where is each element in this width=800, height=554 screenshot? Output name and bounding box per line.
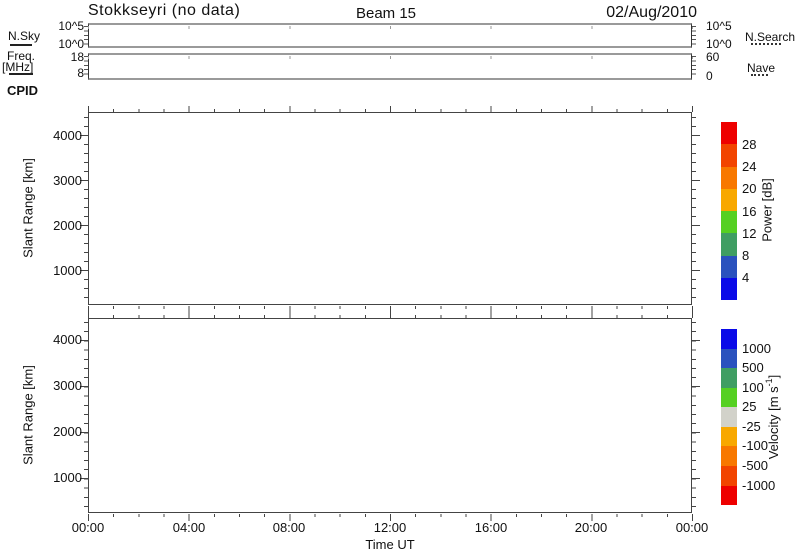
- velocity-ytick-2000: 2000: [53, 424, 82, 439]
- x-tick-2000: 20:00: [574, 520, 608, 535]
- nsearch-line-sample: [751, 43, 781, 45]
- nsky-top-ticks: [88, 26, 693, 29]
- x-tick-1200: 12:00: [373, 520, 407, 535]
- freq-right-tick-ladder: [692, 56, 696, 78]
- nave-legend: Nave: [747, 61, 776, 75]
- freq-left-tick-ladder: [84, 56, 88, 78]
- x-tick-0000a: 00:00: [71, 520, 105, 535]
- velocity-colorbar-segment: [721, 387, 737, 408]
- power-top-major-ticks: [88, 106, 693, 112]
- date-label: 02/Aug/2010: [606, 4, 697, 21]
- x-tick-1600: 16:00: [474, 520, 508, 535]
- power-ytick-4000: 4000: [53, 128, 82, 143]
- power-cbar-tick-16: 16: [742, 204, 757, 219]
- power-colorbar-segment: [721, 122, 737, 145]
- velocity-colorbar-segment: [721, 485, 737, 506]
- velocity-colorbar-segment: [721, 348, 737, 369]
- freq-right-tick-bottom: 0: [706, 69, 713, 83]
- beam-label: Beam 15: [355, 5, 417, 22]
- power-right-major-ticks: [692, 135, 700, 275]
- power-colorbar-segment: [721, 255, 737, 278]
- velocity-cbar-tick-neg25: -25: [742, 419, 761, 434]
- velocity-colorbar: [721, 329, 737, 506]
- velocity-colorbar-segment: [721, 426, 737, 447]
- power-y-axis-label: Slant Range [km]: [20, 158, 36, 258]
- velocity-left-major-ticks: [80, 340, 88, 480]
- velocity-colorbar-title: Velocity [m s-1]: [763, 375, 782, 460]
- power-cbar-tick-8: 8: [742, 248, 750, 263]
- velocity-cbar-tick-500: 500: [742, 360, 764, 375]
- power-ytick-1000: 1000: [53, 263, 82, 278]
- power-left-major-ticks: [80, 135, 88, 275]
- power-cbar-tick-24: 24: [742, 159, 757, 174]
- power-colorbar-segment: [721, 144, 737, 167]
- cpid-label: CPID: [7, 83, 39, 98]
- nsky-ytick-bottom: 10^0: [58, 37, 84, 51]
- velocity-colorbar-segment: [721, 407, 737, 427]
- nsky-line-sample: [10, 44, 32, 46]
- x-tick-0000b: 00:00: [675, 520, 709, 535]
- velocity-colorbar-segment: [721, 465, 737, 486]
- power-colorbar-segment: [721, 277, 737, 300]
- freq-line-sample: [9, 73, 33, 75]
- power-colorbar-segment: [721, 211, 737, 234]
- velocity-cbar-tick-1000: 1000: [742, 341, 771, 356]
- nave-line-sample: [751, 74, 768, 76]
- velocity-ytick-4000: 4000: [53, 332, 82, 347]
- power-cbar-tick-4: 4: [742, 270, 750, 285]
- power-panel: [88, 112, 692, 305]
- velocity-cbar-tick-100: 100: [742, 380, 764, 395]
- x-tick-0400: 04:00: [172, 520, 206, 535]
- freq-top-ticks: [88, 56, 693, 59]
- power-colorbar-segment: [721, 166, 737, 189]
- nsky-ytick-top: 10^5: [58, 19, 84, 33]
- power-colorbar-segment: [721, 233, 737, 256]
- velocity-colorbar-title-sup: -1: [763, 378, 774, 387]
- velocity-panel: [88, 318, 692, 513]
- station-title: Stokkseyri (no data): [88, 2, 241, 19]
- nsky-legend: N.Sky: [8, 29, 41, 43]
- velocity-colorbar-segment: [721, 329, 737, 349]
- power-colorbar: [721, 122, 737, 300]
- nsearch-legend: N.Search: [745, 30, 796, 44]
- radar-summary-plot: Stokkseyri (no data) Beam 15 02/Aug/2010…: [0, 0, 800, 554]
- nsky-right-tick-ladder: [692, 26, 696, 46]
- velocity-colorbar-segment: [721, 368, 737, 388]
- velocity-right-major-ticks: [692, 340, 700, 480]
- freq-right-tick-top: 60: [706, 50, 720, 64]
- nsky-left-tick-ladder: [84, 26, 88, 46]
- velocity-colorbar-segment: [721, 446, 737, 466]
- velocity-cbar-tick-25: 25: [742, 399, 757, 414]
- velocity-ytick-1000: 1000: [53, 470, 82, 485]
- velocity-cbar-tick-neg1000: -1000: [742, 478, 776, 493]
- velocity-ytick-3000: 3000: [53, 378, 82, 393]
- velocity-top-major-ticks: [88, 312, 693, 318]
- nsky-right-tick-top: 10^5: [706, 19, 732, 33]
- nsky-right-tick-bottom: 10^0: [706, 37, 732, 51]
- time-axis-label: Time UT: [365, 537, 415, 552]
- freq-ytick-top: 18: [70, 50, 84, 64]
- power-colorbar-title: Power [dB]: [759, 178, 775, 242]
- freq-ytick-bottom: 8: [77, 66, 84, 80]
- power-ytick-2000: 2000: [53, 218, 82, 233]
- velocity-colorbar-title-text: Velocity [m s: [766, 386, 782, 460]
- power-cbar-tick-28: 28: [742, 137, 757, 152]
- freq-legend-line2: [MHz]: [2, 60, 34, 74]
- x-tick-0800: 08:00: [272, 520, 306, 535]
- power-colorbar-segment: [721, 188, 737, 211]
- velocity-y-axis-label: Slant Range [km]: [20, 365, 36, 465]
- power-cbar-tick-20: 20: [742, 181, 757, 196]
- power-cbar-tick-12: 12: [742, 226, 757, 241]
- velocity-cbar-tick-neg500: -500: [742, 458, 769, 473]
- power-ytick-3000: 3000: [53, 173, 82, 188]
